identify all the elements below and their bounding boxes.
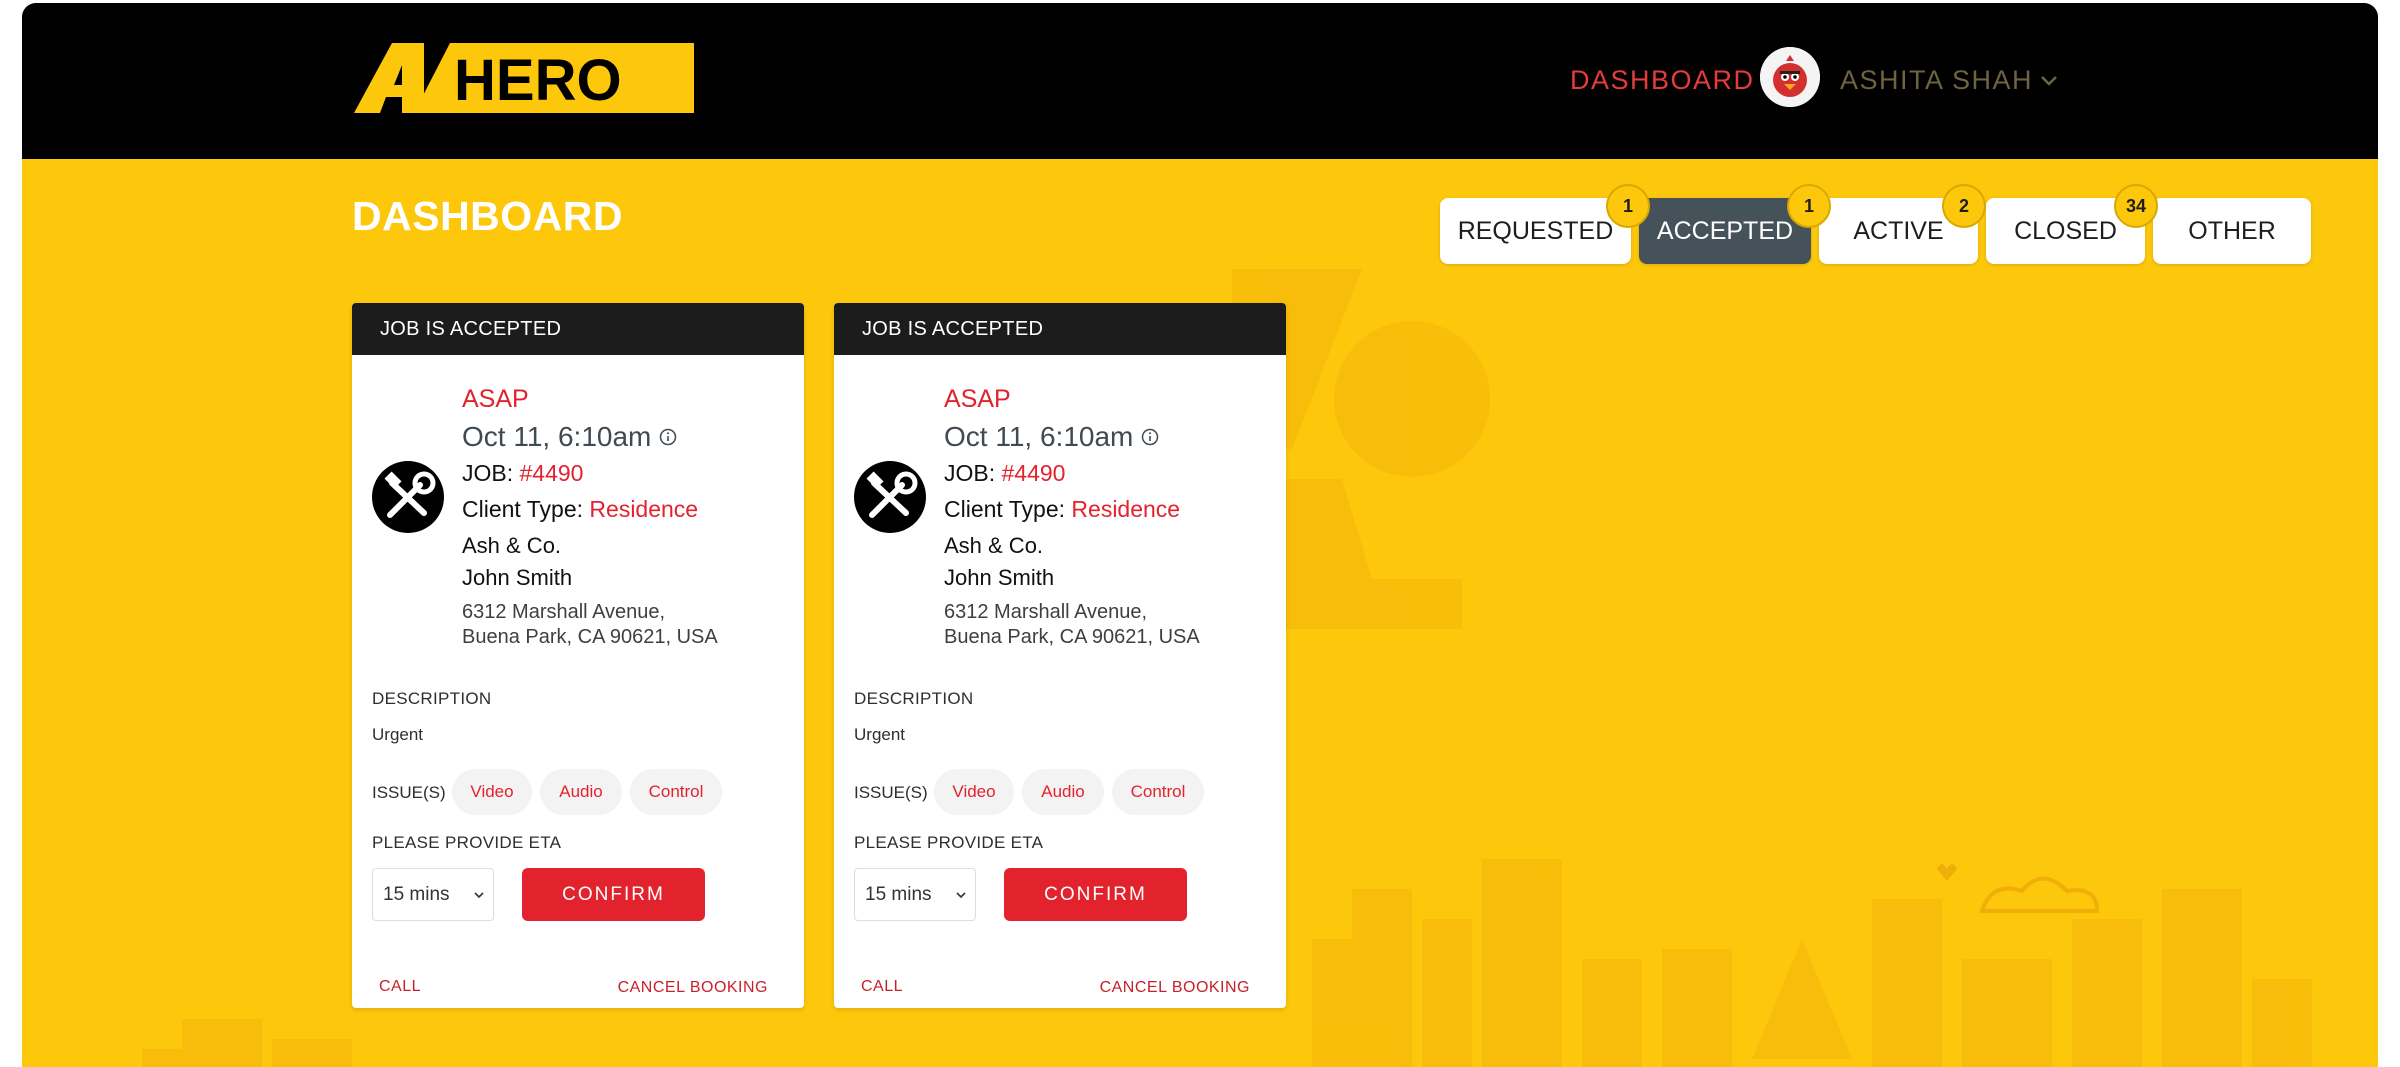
contact-name: John Smith xyxy=(462,565,573,590)
issue-chip-audio[interactable]: Audio xyxy=(1022,769,1104,815)
job-number-label: JOB: xyxy=(462,460,514,486)
eta-select[interactable]: 15 mins xyxy=(854,868,976,921)
tab-accepted-count-badge: 1 xyxy=(1787,184,1831,228)
app-frame: HERO DASHBOARD ASHITA SHAH DASHBOARD REQ… xyxy=(22,3,2378,1067)
address-line-1: 6312 Marshall Avenue, xyxy=(944,601,1148,623)
address-line-1: 6312 Marshall Avenue, xyxy=(462,601,666,623)
description-label: DESCRIPTION xyxy=(372,689,492,708)
job-number-row: JOB: #4490 xyxy=(944,460,1065,487)
job-number[interactable]: #4490 xyxy=(520,460,584,486)
job-status-header: JOB IS ACCEPTED xyxy=(834,303,1286,355)
call-link[interactable]: CALL xyxy=(379,978,421,996)
description-label: DESCRIPTION xyxy=(854,689,974,708)
chevron-down-icon xyxy=(956,892,966,899)
client-type-row: Client Type: Residence xyxy=(944,496,1180,523)
confirm-eta-button[interactable]: CONFIRM xyxy=(1004,868,1187,921)
eta-selected-value: 15 mins xyxy=(383,883,450,905)
cancel-booking-link[interactable]: CANCEL BOOKING xyxy=(1100,979,1250,997)
issues-label: ISSUE(S) xyxy=(372,783,446,802)
tab-accepted[interactable]: ACCEPTED xyxy=(1639,198,1811,264)
client-type-row: Client Type: Residence xyxy=(462,496,698,523)
client-type-value: Residence xyxy=(589,496,699,522)
job-datetime: Oct 11, 6:10am xyxy=(462,421,652,452)
job-number[interactable]: #4490 xyxy=(1002,460,1066,486)
tab-other[interactable]: OTHER xyxy=(2153,198,2311,264)
contact-name: John Smith xyxy=(944,565,1055,590)
eta-label: PLEASE PROVIDE ETA xyxy=(372,833,562,852)
description-value: Urgent xyxy=(854,725,906,744)
tools-icon xyxy=(372,461,444,533)
job-datetime-row: Oct 11, 6:10am xyxy=(462,421,677,453)
job-datetime-row: Oct 11, 6:10am xyxy=(944,421,1159,453)
av-hero-logo[interactable]: HERO xyxy=(354,43,694,113)
user-menu-name[interactable]: ASHITA SHAH xyxy=(1840,65,2033,96)
tab-requested-count-badge: 1 xyxy=(1606,184,1650,228)
issue-chip-control[interactable]: Control xyxy=(630,769,722,815)
nav-dashboard-link[interactable]: DASHBOARD xyxy=(1570,65,1755,96)
eta-selected-value: 15 mins xyxy=(865,883,932,905)
user-avatar[interactable] xyxy=(1760,47,1820,107)
job-timing: ASAP xyxy=(462,385,529,413)
tab-closed-count-badge: 34 xyxy=(2114,184,2158,228)
job-timing: ASAP xyxy=(944,385,1011,413)
issue-chip-video[interactable]: Video xyxy=(452,769,532,815)
company-name: Ash & Co. xyxy=(462,533,562,558)
job-datetime: Oct 11, 6:10am xyxy=(944,421,1134,452)
tools-icon xyxy=(854,461,926,533)
tab-requested[interactable]: REQUESTED xyxy=(1440,198,1631,264)
company-name: Ash & Co. xyxy=(944,533,1044,558)
issue-chip-control[interactable]: Control xyxy=(1112,769,1204,815)
address-line-2: Buena Park, CA 90621, USA xyxy=(462,626,718,648)
info-icon[interactable] xyxy=(1141,428,1159,446)
chevron-down-icon[interactable] xyxy=(2038,69,2060,91)
address-line-2: Buena Park, CA 90621, USA xyxy=(944,626,1200,648)
tab-active-count-badge: 2 xyxy=(1942,184,1986,228)
issue-chip-audio[interactable]: Audio xyxy=(540,769,622,815)
top-navigation-bar: HERO DASHBOARD ASHITA SHAH xyxy=(22,3,2378,159)
eta-label: PLEASE PROVIDE ETA xyxy=(854,833,1044,852)
chevron-down-icon xyxy=(474,892,484,899)
job-card: JOB IS ACCEPTED ASAP Oct 11, 6:10am JOB:… xyxy=(352,303,804,1008)
description-value: Urgent xyxy=(372,725,424,744)
issue-chip-video[interactable]: Video xyxy=(934,769,1014,815)
call-link[interactable]: CALL xyxy=(861,978,903,996)
client-type-value: Residence xyxy=(1071,496,1181,522)
logo-text: HERO xyxy=(454,48,622,113)
issues-label: ISSUE(S) xyxy=(854,783,928,802)
job-status-header: JOB IS ACCEPTED xyxy=(352,303,804,355)
job-card: JOB IS ACCEPTED ASAP Oct 11, 6:10am JOB:… xyxy=(834,303,1286,1008)
confirm-eta-button[interactable]: CONFIRM xyxy=(522,868,705,921)
job-number-label: JOB: xyxy=(944,460,996,486)
cancel-booking-link[interactable]: CANCEL BOOKING xyxy=(618,979,768,997)
client-type-label: Client Type: xyxy=(462,496,584,522)
angry-bird-avatar-icon xyxy=(1760,47,1820,107)
job-number-row: JOB: #4490 xyxy=(462,460,583,487)
eta-select[interactable]: 15 mins xyxy=(372,868,494,921)
info-icon[interactable] xyxy=(659,428,677,446)
page-title: DASHBOARD xyxy=(352,193,623,239)
client-type-label: Client Type: xyxy=(944,496,1066,522)
